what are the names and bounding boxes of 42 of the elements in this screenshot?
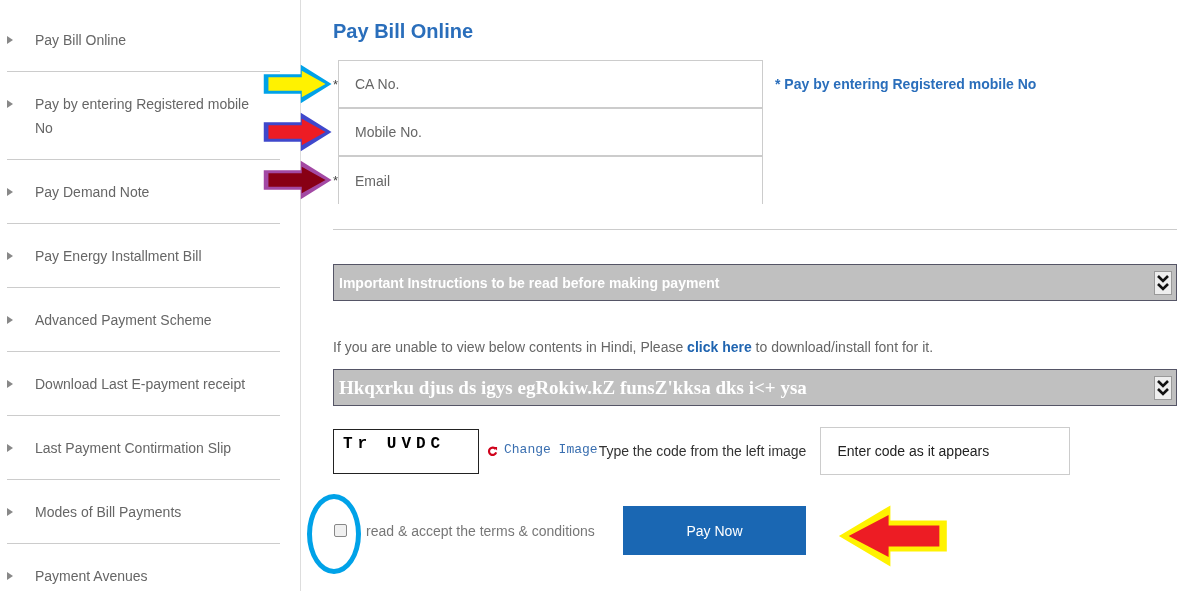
- input-field[interactable]: CA No.: [338, 60, 763, 108]
- input-field[interactable]: Email: [338, 156, 763, 204]
- captcha-hint: Type the code from the left image: [598, 443, 807, 459]
- bar-title: Hkqxrku djus ds igys egRokiw.kZ funsZ'kksa dks i<+ ysa: [339, 376, 807, 399]
- input-field[interactable]: Mobile No.: [338, 108, 763, 156]
- captcha-image: Tr UVDC: [333, 428, 479, 474]
- font-note: If you are unable to view below contents in Hindi, Please click here to download/install font for it.: [333, 339, 935, 355]
- sidebar-link[interactable]: Payment Avenues: [35, 564, 148, 588]
- sidebar-link[interactable]: Pay Bill Online: [35, 28, 127, 52]
- arrow-icon: [263, 110, 331, 154]
- triangle-icon: [7, 380, 13, 388]
- expand-button[interactable]: [1154, 270, 1172, 295]
- triangle-icon: [7, 316, 13, 324]
- sidebar-link[interactable]: Last Payment Contirmation Slip: [35, 436, 232, 460]
- triangle-icon: [7, 100, 13, 108]
- expand-button[interactable]: [1154, 375, 1172, 400]
- bar-title: Important Instructions to be read before making payment: [339, 274, 720, 291]
- triangle-icon: [7, 572, 13, 580]
- triangle-icon: [7, 252, 13, 260]
- click-here-link[interactable]: click here: [687, 339, 752, 355]
- triangle-icon: [7, 508, 13, 516]
- arrow-icon: [263, 158, 331, 202]
- sidebar-link[interactable]: Download Last E-payment receipt: [35, 372, 246, 396]
- pay-now-button[interactable]: Pay Now: [623, 506, 806, 555]
- page-title: Pay Bill Online: [333, 19, 475, 43]
- code-field[interactable]: Enter code as it appears: [820, 427, 1071, 475]
- required-mark: *: [333, 76, 338, 92]
- triangle-icon: [7, 188, 13, 196]
- refresh-icon[interactable]: [487, 445, 498, 457]
- required-mark: *: [333, 172, 338, 188]
- sidebar-link[interactable]: Pay Energy Installment Bill: [35, 244, 202, 268]
- sidebar-link[interactable]: Modes of Bill Payments: [35, 500, 182, 524]
- sidebar-link[interactable]: Advanced Payment Scheme: [35, 308, 212, 332]
- arrow-icon: [263, 62, 331, 106]
- sidebar-link[interactable]: Pay Demand Note: [35, 180, 150, 204]
- triangle-icon: [7, 444, 13, 452]
- hint-text: * Pay by entering Registered mobile No: [775, 76, 1037, 92]
- checkbox[interactable]: [334, 524, 347, 537]
- terms-label: read & accept the terms & conditions: [366, 522, 596, 539]
- sidebar-link[interactable]: Pay by entering Registered mobile No: [35, 92, 257, 140]
- change-image-link[interactable]: Change Image: [504, 441, 598, 457]
- triangle-icon: [7, 36, 13, 44]
